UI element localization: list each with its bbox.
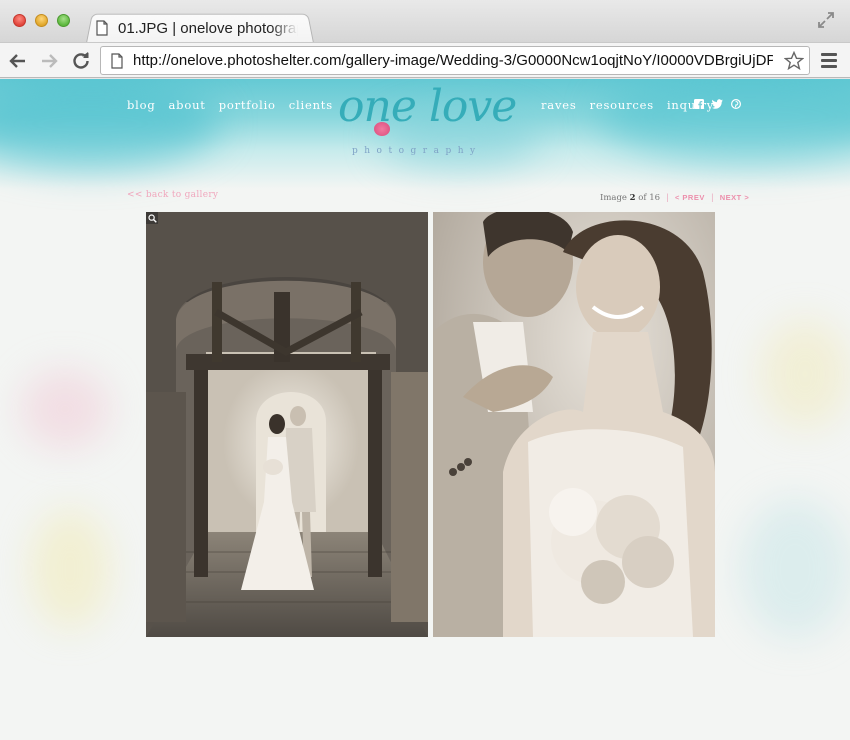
site-nav-right: raves resources inquiry — [541, 98, 714, 112]
wedding-photo-closeup[interactable] — [433, 212, 715, 637]
next-link[interactable]: NEXT > — [720, 193, 749, 203]
nav-link-about[interactable]: about — [169, 98, 206, 112]
prev-link[interactable]: < PREV — [675, 193, 705, 203]
url-text[interactable]: http://onelove.photoshelter.com/gallery-… — [133, 52, 773, 69]
browser-tab-content[interactable]: 01.JPG | onelove photography — [96, 14, 306, 42]
corridor-photo-graphic — [146, 212, 428, 637]
page-icon — [111, 53, 123, 69]
nav-link-clients[interactable]: clients — [289, 98, 333, 112]
fullscreen-icon[interactable] — [816, 10, 836, 30]
browser-menu-icon[interactable] — [821, 53, 837, 71]
logo-subtitle: photography — [352, 146, 482, 156]
flower-icon — [374, 122, 390, 136]
pinterest-icon[interactable] — [731, 99, 741, 109]
tab-title: 01.JPG | onelove photography — [118, 19, 298, 37]
forward-arrow-icon — [42, 54, 58, 68]
forward-button[interactable] — [38, 50, 60, 72]
window-minimize-button[interactable] — [35, 14, 48, 27]
reload-icon — [73, 52, 89, 69]
page-icon — [96, 20, 108, 36]
page-viewport: blog about portfolio clients one love ph… — [0, 79, 850, 740]
pager-separator: | — [710, 193, 714, 203]
site-logo[interactable]: one love photography — [338, 81, 524, 159]
nav-link-resources[interactable]: resources — [590, 98, 654, 112]
image-counter: Image 2 of 16 — [600, 193, 660, 203]
window-zoom-button[interactable] — [57, 14, 70, 27]
image-word: Image — [600, 193, 627, 203]
total-image-count: 16 — [649, 193, 661, 203]
back-arrow-icon — [9, 54, 25, 68]
social-links — [694, 99, 741, 109]
current-image-number: 2 — [629, 193, 636, 203]
browser-toolbar: http://onelove.photoshelter.com/gallery-… — [0, 42, 850, 78]
facebook-icon[interactable] — [694, 99, 704, 109]
watercolor-wash — [760, 319, 850, 429]
back-button[interactable] — [7, 50, 29, 72]
watercolor-wash — [740, 499, 850, 639]
nav-link-blog[interactable]: blog — [127, 98, 156, 112]
browser-titlebar: 01.JPG | onelove photography — [0, 0, 850, 43]
back-to-gallery-link[interactable]: << back to gallery — [127, 190, 218, 200]
address-bar[interactable]: http://onelove.photoshelter.com/gallery-… — [100, 46, 810, 75]
closeup-photo-graphic — [433, 212, 715, 637]
wedding-photo-corridor[interactable] — [146, 212, 428, 637]
watercolor-wash — [20, 369, 110, 449]
site-nav-left: blog about portfolio clients — [127, 98, 333, 112]
magnify-icon[interactable] — [146, 212, 158, 224]
pager-separator: | — [666, 193, 669, 203]
twitter-icon[interactable] — [712, 99, 723, 109]
nav-link-raves[interactable]: raves — [541, 98, 577, 112]
image-pager: Image 2 of 16 | < PREV | NEXT > — [600, 193, 749, 203]
reload-button[interactable] — [70, 50, 92, 72]
nav-link-portfolio[interactable]: portfolio — [219, 98, 276, 112]
logo-script-text: one love — [338, 81, 517, 132]
of-word: of — [638, 193, 647, 203]
window-close-button[interactable] — [13, 14, 26, 27]
watercolor-wash — [30, 509, 110, 629]
bookmark-star-icon[interactable] — [784, 51, 804, 71]
